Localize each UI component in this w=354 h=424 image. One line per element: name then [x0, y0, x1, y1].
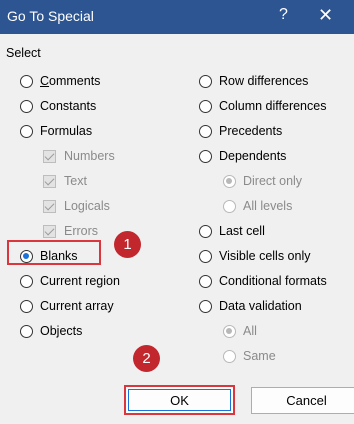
radio-comments[interactable]: Comments: [20, 71, 100, 91]
radio-button-disabled-icon: [223, 324, 236, 338]
cancel-button-label: Cancel: [286, 393, 327, 408]
radio-all-levels: All levels: [223, 196, 292, 216]
step-badge-1: 1: [114, 231, 141, 258]
radio-button-disabled-icon: [223, 349, 236, 363]
option-label: Last cell: [219, 224, 265, 238]
option-label: Same: [243, 349, 276, 363]
checkbox-label: Numbers: [64, 149, 115, 163]
radio-data-validation[interactable]: Data validation: [199, 296, 302, 316]
radio-button-icon[interactable]: [199, 224, 212, 238]
ok-button-label: OK: [170, 392, 189, 408]
option-label: Current array: [40, 299, 114, 313]
radio-button-icon[interactable]: [199, 274, 212, 288]
option-label: Comments: [40, 74, 101, 88]
checkbox-numbers: Numbers: [43, 146, 115, 166]
radio-current-region[interactable]: Current region: [20, 271, 120, 291]
radio-button-icon[interactable]: [20, 324, 33, 338]
radio-column-differences[interactable]: Column differences: [199, 96, 326, 116]
radio-formulas[interactable]: Formulas: [20, 121, 92, 141]
option-label: Current region: [40, 274, 120, 288]
radio-objects[interactable]: Objects: [20, 321, 82, 341]
checkbox-label: Errors: [64, 224, 99, 238]
radio-button-icon[interactable]: [20, 124, 33, 138]
radio-button-icon[interactable]: [199, 149, 212, 163]
cancel-button[interactable]: Cancel: [251, 387, 354, 414]
radio-constants[interactable]: Constants: [20, 96, 96, 116]
radio-button-icon[interactable]: [20, 274, 33, 288]
help-icon[interactable]: ?: [279, 6, 288, 24]
option-label: Objects: [40, 324, 83, 338]
radio-button-disabled-icon: [223, 174, 236, 188]
radio-button-icon[interactable]: [199, 124, 212, 138]
ok-button[interactable]: OK: [124, 385, 235, 415]
checkbox-errors: Errors: [43, 221, 98, 241]
option-label: Conditional formats: [219, 274, 327, 288]
radio-row-differences[interactable]: Row differences: [199, 71, 308, 91]
step-badge-2: 2: [133, 345, 160, 372]
checkbox-icon: [43, 199, 56, 213]
option-label: All levels: [243, 199, 293, 213]
option-label: Row differences: [219, 74, 309, 88]
radio-button-icon[interactable]: [199, 249, 212, 263]
checkbox-icon: [43, 149, 56, 163]
radio-conditional-formats[interactable]: Conditional formats: [199, 271, 327, 291]
option-label: Dependents: [219, 149, 287, 163]
radio-direct-only: Direct only: [223, 171, 302, 191]
checkbox-label: Logicals: [64, 199, 110, 213]
radio-last-cell[interactable]: Last cell: [199, 221, 265, 241]
radio-validation-all: All: [223, 321, 257, 341]
checkbox-logicals: Logicals: [43, 196, 110, 216]
option-label: Constants: [40, 99, 97, 113]
radio-button-icon[interactable]: [199, 299, 212, 313]
option-label: Data validation: [219, 299, 302, 313]
checkbox-icon: [43, 224, 56, 238]
option-label: Column differences: [219, 99, 327, 113]
blanks-highlight-box: [7, 240, 101, 265]
radio-button-disabled-icon: [223, 199, 236, 213]
option-label: All: [243, 324, 257, 338]
radio-visible-cells-only[interactable]: Visible cells only: [199, 246, 310, 266]
option-label: Direct only: [243, 174, 303, 188]
option-label: Visible cells only: [219, 249, 311, 263]
checkbox-icon: [43, 174, 56, 188]
radio-precedents[interactable]: Precedents: [199, 121, 282, 141]
checkbox-text: Text: [43, 171, 87, 191]
radio-button-icon[interactable]: [20, 74, 33, 88]
radio-button-icon[interactable]: [20, 99, 33, 113]
dialog-title: Go To Special: [7, 8, 94, 24]
radio-button-icon[interactable]: [199, 74, 212, 88]
radio-validation-same: Same: [223, 346, 276, 366]
select-group-label: Select: [6, 46, 41, 60]
option-label: Formulas: [40, 124, 93, 138]
radio-button-icon[interactable]: [199, 99, 212, 113]
radio-current-array[interactable]: Current array: [20, 296, 114, 316]
radio-button-icon[interactable]: [20, 299, 33, 313]
checkbox-label: Text: [64, 174, 87, 188]
radio-dependents[interactable]: Dependents: [199, 146, 286, 166]
close-icon[interactable]: ✕: [318, 5, 333, 26]
title-bar: Go To Special ? ✕: [0, 0, 354, 34]
option-label: Precedents: [219, 124, 283, 138]
